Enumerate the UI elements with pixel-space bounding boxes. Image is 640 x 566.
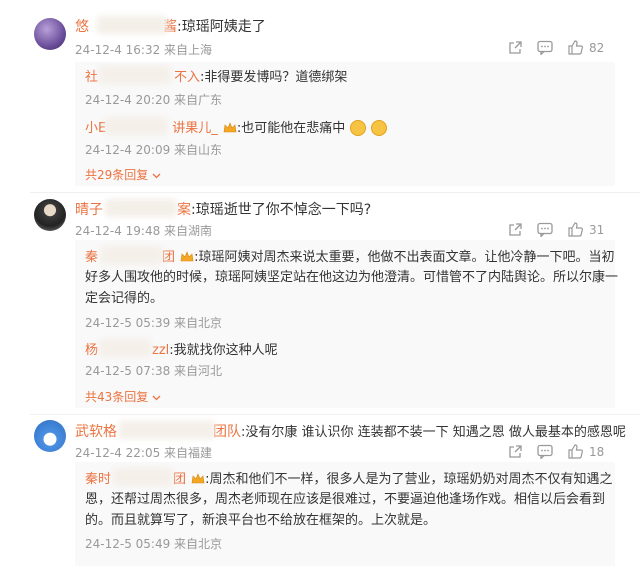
share-button[interactable]: [508, 40, 523, 55]
reply-text-line: 好多人围攻他的时候，琼瑶阿姨坚定站在他这边为他澄清。可惜管不了内陆舆论。所以尔康…: [85, 270, 619, 285]
reply-username-tail[interactable]: 团: [173, 472, 186, 487]
comment-header: 悠酱:琼瑶阿姨走了: [75, 16, 266, 36]
reply-username[interactable]: 秦: [85, 250, 98, 265]
blurred-name: [119, 421, 215, 439]
blurred-name: [113, 468, 173, 486]
reply-meta: 24-12-5 07:38 来自河北: [85, 364, 223, 378]
comment-text: :琼瑶逝世了你不悼念一下吗?: [191, 202, 372, 218]
username[interactable]: 晴子: [75, 202, 103, 218]
comment-header: 晴子 案:琼瑶逝世了你不悼念一下吗?: [75, 199, 371, 219]
reply-text-line: 琼瑶阿姨对周杰来说太重要，他做不出表面文章。让他冷静一下吧。当初: [198, 250, 615, 265]
reply-2: 小E 讲果儿_ :也可能他在悲痛中: [85, 117, 388, 136]
reply-username[interactable]: 小E: [85, 121, 106, 136]
reply-1: 秦时团 :周杰和他们不一样，很多人是为了营业，琼瑶奶奶对周杰不仅有知遇之: [85, 468, 613, 487]
share-icon: [509, 223, 522, 236]
comment-header: 武软格 团队:没有尔康 谁认识你 连装都不装一下 知遇之恩 做人最基本的感恩呢: [75, 421, 626, 441]
blurred-name: [105, 199, 177, 217]
comment-icon: [537, 40, 553, 55]
like-count: 18: [589, 444, 605, 459]
share-button[interactable]: [508, 222, 523, 237]
divider: [30, 192, 640, 193]
blurred-name: [99, 66, 171, 84]
username-tail[interactable]: 案: [177, 202, 191, 218]
like-icon: [568, 444, 583, 459]
like-icon: [568, 222, 583, 237]
reply-text-line: 恩，还帮过周杰很多，周杰老师现在应该是很难过，不要逼迫他逢场作戏。相信以后会看到: [85, 492, 606, 507]
comment-button[interactable]: [537, 444, 553, 459]
comment-icon: [537, 444, 553, 459]
username[interactable]: 悠: [75, 19, 89, 35]
reply-text-line: 定会记得的。: [85, 291, 164, 306]
reply-meta: 24-12-5 05:39 来自北京: [85, 316, 223, 330]
reply-username[interactable]: 社: [85, 70, 98, 85]
like-button[interactable]: 82: [568, 40, 604, 55]
divider: [30, 414, 640, 415]
crown-icon: [180, 250, 194, 261]
like-count: 82: [589, 40, 605, 55]
username[interactable]: 武软格: [75, 424, 117, 440]
like-count: 31: [589, 222, 605, 237]
reply-username[interactable]: 秦时: [85, 472, 111, 487]
reply-meta: 24-12-5 05:49 来自北京: [85, 537, 223, 551]
reply-username-tail[interactable]: zzl: [152, 343, 169, 358]
reply-username-tail[interactable]: 不入: [174, 70, 200, 85]
comment-meta: 24-12-4 16:32 来自上海: [75, 43, 213, 57]
avatar[interactable]: [34, 420, 66, 452]
like-button[interactable]: 31: [568, 222, 604, 237]
avatar[interactable]: [34, 199, 66, 231]
reply-meta: 24-12-4 20:09 来自山东: [85, 143, 223, 157]
like-icon: [568, 40, 583, 55]
reply-username-tail[interactable]: 团: [162, 250, 175, 265]
reply-meta: 24-12-4 20:20 来自广东: [85, 93, 223, 107]
chevron-down-icon: [152, 395, 161, 401]
crying-emoji-icon: [371, 119, 388, 136]
comment-icon: [537, 222, 553, 237]
avatar[interactable]: [34, 18, 66, 50]
crown-icon: [223, 121, 237, 132]
share-icon: [509, 41, 522, 54]
reply-1: 社 不入:非得要发博吗？道德绑架: [85, 66, 347, 85]
blurred-name: [105, 117, 167, 135]
crying-emoji-icon: [350, 119, 367, 136]
reply-1: 秦团 :琼瑶阿姨对周杰来说太重要，他做不出表面文章。让他冷静一下吧。当初: [85, 246, 615, 265]
chevron-down-icon: [152, 173, 161, 179]
crown-icon: [191, 472, 205, 483]
reply-text: :也可能他在悲痛中: [236, 121, 346, 136]
more-replies-label: 共29条回复: [85, 168, 149, 182]
share-button[interactable]: [508, 444, 523, 459]
more-replies-label: 共43条回复: [85, 390, 149, 404]
reply-text-line: 的。而且就算写了，新浪平台也不给放在框架的。上次就是。: [85, 513, 437, 528]
reply-username[interactable]: 杨: [85, 343, 98, 358]
share-icon: [509, 445, 522, 458]
comment-text: :没有尔康 谁认识你 连装都不装一下 知遇之恩 做人最基本的感恩呢: [241, 425, 626, 440]
reply-2: 杨 zzl:我就找你这种人呢: [85, 339, 278, 358]
like-button[interactable]: 18: [568, 444, 604, 459]
reply-text-line: 周杰和他们不一样，很多人是为了营业，琼瑶奶奶对周杰不仅有知遇之: [209, 472, 613, 487]
blurred-name: [101, 246, 163, 264]
reply-text: :我就找你这种人呢: [169, 343, 278, 358]
more-replies-link[interactable]: 共29条回复: [85, 166, 161, 183]
username-tail[interactable]: 团队: [213, 424, 241, 440]
comment-meta: 24-12-4 22:05 来自福建: [75, 446, 213, 460]
blurred-name: [99, 339, 151, 357]
more-replies-link[interactable]: 共43条回复: [85, 388, 161, 405]
comment-button[interactable]: [537, 222, 553, 237]
comment-meta: 24-12-4 19:48 来自湖南: [75, 224, 213, 238]
reply-text: :非得要发博吗？道德绑架: [200, 70, 348, 85]
comment-text: :琼瑶阿姨走了: [177, 19, 266, 35]
comment-button[interactable]: [537, 40, 553, 55]
blurred-name: [97, 16, 167, 34]
reply-username-tail[interactable]: 讲果儿_: [172, 121, 218, 136]
